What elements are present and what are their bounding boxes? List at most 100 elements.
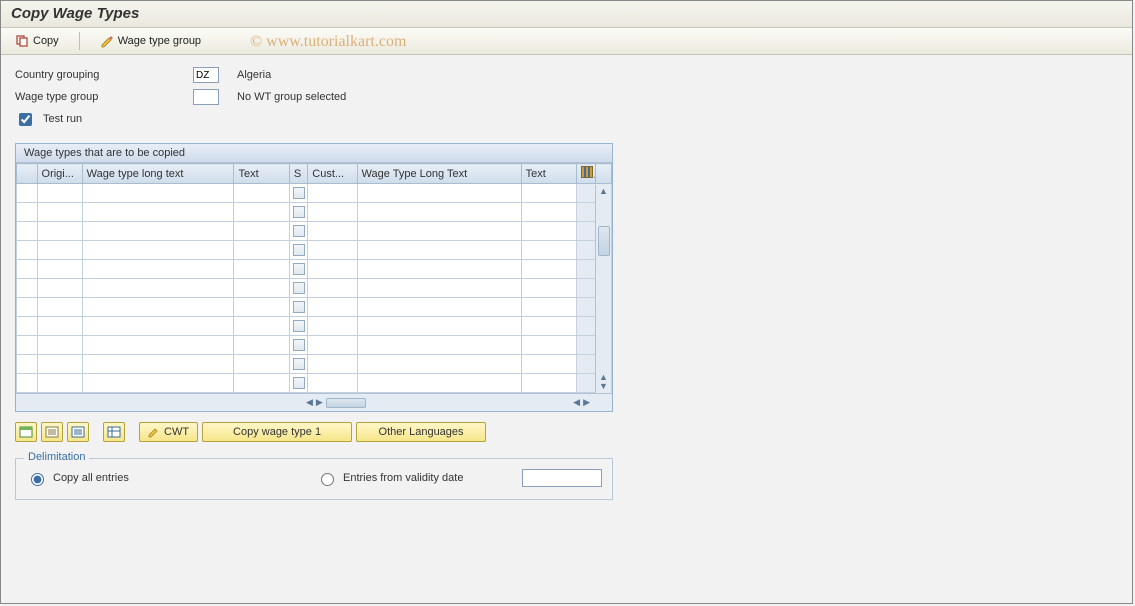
hscroll-right2-icon[interactable]: ▶: [583, 398, 590, 407]
cell-s[interactable]: [289, 184, 307, 203]
icon-button-2[interactable]: [41, 422, 63, 442]
row-selector[interactable]: [17, 317, 38, 336]
cell-cust[interactable]: [308, 298, 357, 317]
cell-cust[interactable]: [308, 260, 357, 279]
cell-cust[interactable]: [308, 317, 357, 336]
cell-origi[interactable]: [37, 298, 82, 317]
col-long-text-right[interactable]: Wage Type Long Text: [357, 164, 521, 184]
cell-origi[interactable]: [37, 355, 82, 374]
hscroll-left2-icon[interactable]: ◀: [573, 398, 580, 407]
row-selector[interactable]: [17, 355, 38, 374]
row-selector[interactable]: [17, 203, 38, 222]
cell-text-left[interactable]: [234, 279, 289, 298]
cell-long-text-left[interactable]: [82, 279, 234, 298]
table-row[interactable]: [17, 336, 612, 355]
cell-long-text-left[interactable]: [82, 298, 234, 317]
cell-long-text-left[interactable]: [82, 336, 234, 355]
col-s[interactable]: S: [289, 164, 307, 184]
cell-origi[interactable]: [37, 374, 82, 393]
cell-long-text-left[interactable]: [82, 203, 234, 222]
cell-text-left[interactable]: [234, 355, 289, 374]
cell-cust[interactable]: [308, 184, 357, 203]
row-selector[interactable]: [17, 260, 38, 279]
cell-origi[interactable]: [37, 203, 82, 222]
scroll-down-icon[interactable]: ▼: [599, 382, 608, 391]
test-run-checkbox[interactable]: [19, 113, 32, 126]
cell-long-text-right[interactable]: [357, 355, 521, 374]
s-checkbox[interactable]: [293, 339, 305, 351]
cell-long-text-right[interactable]: [357, 374, 521, 393]
cell-origi[interactable]: [37, 336, 82, 355]
cell-s[interactable]: [289, 336, 307, 355]
s-checkbox[interactable]: [293, 320, 305, 332]
cell-long-text-right[interactable]: [357, 222, 521, 241]
cell-text-right[interactable]: [521, 184, 576, 203]
s-checkbox[interactable]: [293, 377, 305, 389]
cell-text-right[interactable]: [521, 279, 576, 298]
row-selector[interactable]: [17, 336, 38, 355]
entries-from-date-radio[interactable]: [321, 473, 334, 486]
cwt-button[interactable]: CWT: [139, 422, 198, 442]
s-checkbox[interactable]: [293, 206, 305, 218]
table-row[interactable]: [17, 241, 612, 260]
table-row[interactable]: [17, 374, 612, 393]
cell-long-text-right[interactable]: [357, 203, 521, 222]
row-selector[interactable]: [17, 184, 38, 203]
cell-text-right[interactable]: [521, 260, 576, 279]
cell-cust[interactable]: [308, 222, 357, 241]
cell-s[interactable]: [289, 298, 307, 317]
s-checkbox[interactable]: [293, 358, 305, 370]
cell-long-text-left[interactable]: [82, 222, 234, 241]
cell-s[interactable]: [289, 317, 307, 336]
cell-text-left[interactable]: [234, 222, 289, 241]
row-selector[interactable]: [17, 279, 38, 298]
cell-text-right[interactable]: [521, 336, 576, 355]
row-selector[interactable]: [17, 298, 38, 317]
cell-cust[interactable]: [308, 279, 357, 298]
cell-cust[interactable]: [308, 241, 357, 260]
cell-text-left[interactable]: [234, 184, 289, 203]
cell-long-text-right[interactable]: [357, 336, 521, 355]
cell-text-right[interactable]: [521, 374, 576, 393]
wage-type-group-input[interactable]: [193, 89, 219, 105]
cell-long-text-right[interactable]: [357, 317, 521, 336]
cell-cust[interactable]: [308, 374, 357, 393]
cell-origi[interactable]: [37, 184, 82, 203]
cell-cust[interactable]: [308, 203, 357, 222]
col-origi[interactable]: Origi...: [37, 164, 82, 184]
cell-text-left[interactable]: [234, 374, 289, 393]
cell-text-left[interactable]: [234, 260, 289, 279]
s-checkbox[interactable]: [293, 225, 305, 237]
table-row[interactable]: [17, 355, 612, 374]
cell-long-text-left[interactable]: [82, 317, 234, 336]
icon-button-4[interactable]: [103, 422, 125, 442]
col-config[interactable]: [577, 164, 595, 184]
table-row[interactable]: [17, 317, 612, 336]
country-grouping-input[interactable]: [193, 67, 219, 83]
table-row[interactable]: [17, 260, 612, 279]
row-selector[interactable]: [17, 222, 38, 241]
cell-text-left[interactable]: [234, 317, 289, 336]
copy-button[interactable]: Copy: [11, 32, 63, 50]
cell-long-text-left[interactable]: [82, 374, 234, 393]
cell-s[interactable]: [289, 279, 307, 298]
cell-origi[interactable]: [37, 279, 82, 298]
table-row[interactable]: [17, 298, 612, 317]
cell-cust[interactable]: [308, 336, 357, 355]
table-row[interactable]: [17, 222, 612, 241]
cell-text-right[interactable]: [521, 241, 576, 260]
hscroll-right-icon[interactable]: ▶: [316, 398, 323, 407]
cell-s[interactable]: [289, 260, 307, 279]
cell-long-text-right[interactable]: [357, 279, 521, 298]
s-checkbox[interactable]: [293, 282, 305, 294]
wage-types-table[interactable]: Origi... Wage type long text Text S Cust…: [16, 163, 612, 393]
vertical-scrollbar[interactable]: ▲ ▲ ▼: [595, 185, 611, 393]
cell-text-left[interactable]: [234, 298, 289, 317]
s-checkbox[interactable]: [293, 244, 305, 256]
cell-text-right[interactable]: [521, 203, 576, 222]
cell-text-right[interactable]: [521, 222, 576, 241]
cell-s[interactable]: [289, 355, 307, 374]
cell-text-right[interactable]: [521, 298, 576, 317]
cell-s[interactable]: [289, 203, 307, 222]
col-text-left[interactable]: Text: [234, 164, 289, 184]
